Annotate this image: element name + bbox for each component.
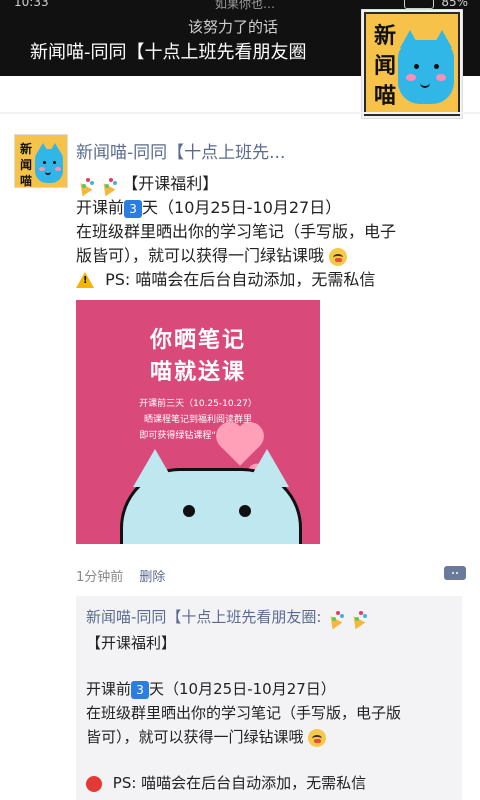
poster-desc-1: 开课前三天（10.25-10.27） <box>139 399 257 409</box>
post-line-1: 【开课福利】 <box>76 170 218 194</box>
cat-cheek-right <box>436 74 446 81</box>
post-line-5-text: PS: 喵喵会在后台自动添加，无需私信 <box>105 270 376 289</box>
quote-line-1: 新闻喵-同同【十点上班先看朋友圈: <box>86 606 367 627</box>
quote-author-link[interactable]: 新闻喵-同同【十点上班先看朋友圈: <box>86 608 321 626</box>
post-cat-mouth <box>45 169 51 175</box>
warning-icon <box>76 271 94 288</box>
party-popper-icon <box>349 609 367 627</box>
red-circle-icon <box>86 775 102 792</box>
party-popper-icon <box>326 609 344 627</box>
status-time: 10:33 <box>14 0 49 9</box>
moment-post: 新 闻 喵 新闻喵-同同【十点上班先... 【开课福利】 开课前 3 天（10月25… <box>0 118 480 800</box>
quote-line-5-text: 皆可），就可以获得一门绿钻课哦 <box>86 728 304 746</box>
post-avatar-char-2: 闻 <box>19 158 32 172</box>
post-meta: 1分钟前 删除 <box>76 566 165 585</box>
post-author-link[interactable]: 新闻喵-同同【十点上班先... <box>76 138 285 163</box>
battery-percent: 85% <box>441 0 468 9</box>
quote-line-5: 皆可），就可以获得一门绿钻课哦 <box>86 726 327 747</box>
quote-line-4: 在班级群里晒出你的学习笔记（手写版，电子版 <box>86 704 402 722</box>
divider <box>0 112 480 114</box>
delete-link[interactable]: 删除 <box>139 570 165 585</box>
avatar-char-1: 新 <box>373 24 396 49</box>
quote-line-6-text: PS: 喵喵会在后台自动添加，无需私信 <box>112 774 367 792</box>
cat-cheek-left <box>406 74 416 81</box>
avatar-text: 新 闻 喵 <box>372 22 398 112</box>
post-avatar-char-1: 新 <box>19 142 32 156</box>
post-line-2: 开课前 3 天（10月25日-10月27日） <box>76 194 341 218</box>
post-line-2-suffix: 天（10月25日-10月27日） <box>142 198 342 217</box>
cat-eye-right <box>434 64 439 69</box>
tongue-face-icon <box>329 247 348 266</box>
post-image[interactable]: 你晒笔记 喵就送课 开课前三天（10.25-10.27） 晒课程笔记到福利阅读群… <box>76 300 320 544</box>
post-line-1-text: 【开课福利】 <box>122 174 219 193</box>
quote-line-6: PS: 喵喵会在后台自动添加，无需私信 <box>86 772 366 793</box>
avatar-char-2: 闻 <box>373 54 396 79</box>
cat-eye-left <box>414 64 419 69</box>
poster-title-2: 喵就送课 <box>149 360 246 385</box>
poster-desc-2: 晒课程笔记到福利阅读群里 <box>143 415 252 425</box>
battery-icon <box>403 0 434 9</box>
quote-line-3-prefix: 开课前 <box>86 680 132 698</box>
quoted-preview[interactable]: 新闻喵-同同【十点上班先看朋友圈: 【开课福利】 开课前 3 天（10月25日-10… <box>76 596 462 800</box>
post-line-3: 在班级群里晒出你的学习笔记（手写版，电子 <box>76 222 397 241</box>
header: 10:33 如果你也… 85% 该努力了的话 新闻喵-同同【十点上班先看朋友圈 … <box>0 0 480 118</box>
poster-cat-eye-right <box>239 505 251 517</box>
poster-desc-3: 即可获得绿钻课程“美式中餐” <box>139 431 257 441</box>
poster-title-1: 你晒笔记 <box>149 328 246 353</box>
battery-indicator: 85% <box>403 0 468 9</box>
post-line-4-text: 版皆可），就可以获得一门绿钻课哦 <box>76 246 325 265</box>
status-text: 如果你也… <box>215 0 276 11</box>
cat-mouth <box>420 80 430 88</box>
profile-signature: 该努力了的话 <box>188 18 279 36</box>
post-time: 1分钟前 <box>76 570 124 585</box>
post-line-4: 版皆可），就可以获得一门绿钻课哦 <box>76 242 348 266</box>
quote-line-3: 开课前 3 天（10月25日-10月27日） <box>86 678 336 699</box>
post-cat-eye-left <box>43 161 46 164</box>
post-line-5: PS: 喵喵会在后台自动添加，无需私信 <box>76 266 375 290</box>
poster-cat-eye-left <box>183 505 195 517</box>
post-cat-face-icon <box>35 143 63 183</box>
party-popper-icon <box>76 176 94 194</box>
tongue-face-icon <box>308 728 327 747</box>
post-avatar-char-3: 喵 <box>19 174 32 188</box>
quote-line-2: 【开课福利】 <box>86 634 177 652</box>
post-avatar-text: 新 闻 喵 <box>17 141 35 188</box>
poster-cat-icon <box>120 449 302 544</box>
party-popper-icon <box>99 176 117 194</box>
post-cat-eye-right <box>53 161 56 164</box>
quote-line-3-suffix: 天（10月25日-10月27日） <box>149 680 336 698</box>
profile-avatar-inner: 新 闻 喵 <box>366 14 458 114</box>
post-cat-cheek-right <box>55 167 61 171</box>
comment-icon[interactable] <box>444 566 466 580</box>
post-avatar[interactable]: 新 闻 喵 <box>14 134 68 188</box>
cat-face-icon <box>398 30 454 104</box>
profile-avatar[interactable]: 新 闻 喵 <box>362 10 462 118</box>
post-line-2-prefix: 开课前 <box>76 198 125 217</box>
profile-name: 新闻喵-同同【十点上班先看朋友圈 <box>30 42 307 63</box>
avatar-char-3: 喵 <box>373 84 396 109</box>
keycap-number-icon: 3 <box>124 199 143 218</box>
keycap-number-icon: 3 <box>131 680 150 699</box>
